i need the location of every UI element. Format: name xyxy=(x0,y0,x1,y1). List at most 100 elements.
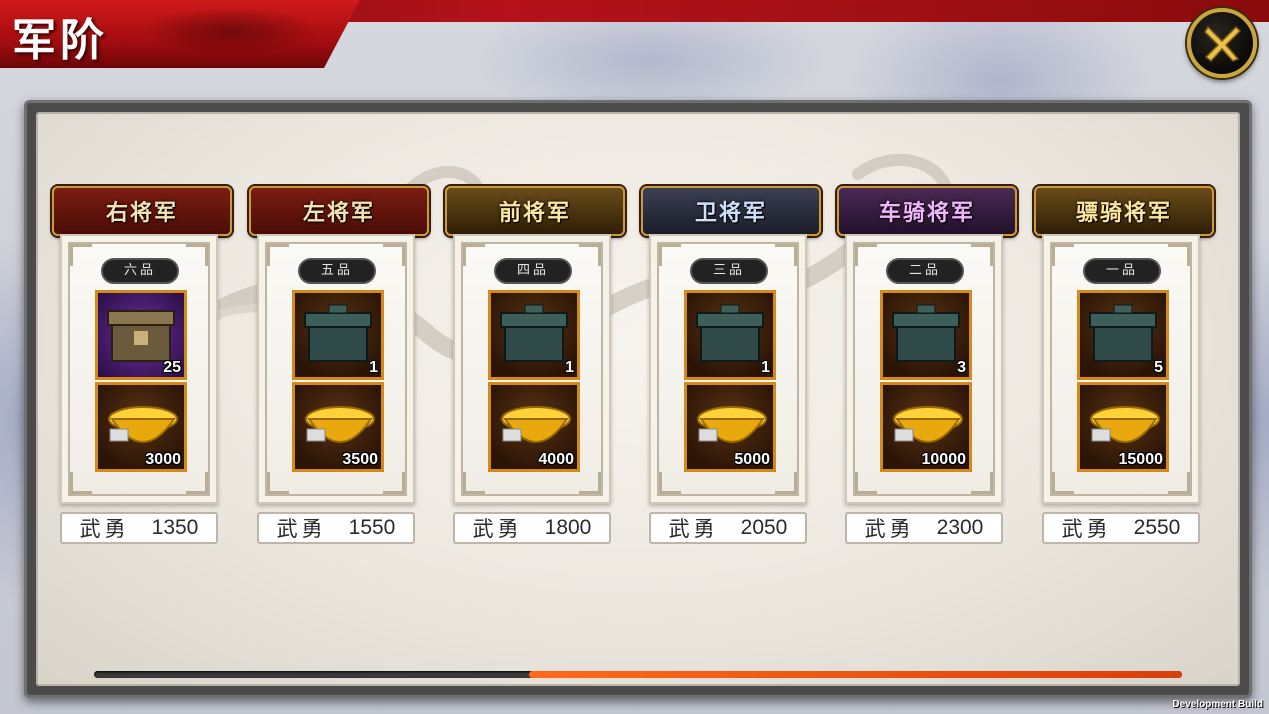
development-build-label: Development Build xyxy=(1172,699,1263,710)
page-title: 军阶 xyxy=(12,15,108,66)
card-corner xyxy=(1168,244,1190,266)
valor-value: 2550 xyxy=(1133,516,1181,539)
valor-value: 1350 xyxy=(151,516,199,539)
reward-card: 五品 1 3500 xyxy=(257,234,415,504)
valor-requirement: 武勇 2550 xyxy=(1042,512,1200,544)
gold-reward-slot[interactable]: 3500 xyxy=(292,382,384,472)
reward-item-slot[interactable]: 3 xyxy=(880,290,972,380)
card-corner xyxy=(70,472,92,494)
valor-requirement: 武勇 1550 xyxy=(257,512,415,544)
grade-label: 二品 xyxy=(886,258,964,284)
valor-value: 1550 xyxy=(348,516,396,539)
valor-label: 武勇 xyxy=(472,517,523,541)
reward-card: 一品 5 15000 xyxy=(1042,234,1200,504)
card-corner xyxy=(383,472,405,494)
item-count: 1 xyxy=(565,359,574,376)
card-corner xyxy=(1168,472,1190,494)
rank-name: 前将军 xyxy=(498,200,571,226)
gold-amount: 10000 xyxy=(921,451,967,468)
gold-amount: 15000 xyxy=(1118,451,1164,468)
valor-requirement: 武勇 1350 xyxy=(60,512,218,544)
grade-label: 六品 xyxy=(101,258,179,284)
valor-label: 武勇 xyxy=(864,517,915,541)
valor-value: 2300 xyxy=(936,516,984,539)
valor-requirement: 武勇 2300 xyxy=(845,512,1003,544)
rank-column-6: 骠骑将军 一品 5 15000 武勇 2550 xyxy=(1034,186,1214,666)
rank-name: 车骑将军 xyxy=(878,200,975,226)
reward-card: 三品 1 5000 xyxy=(649,234,807,504)
reward-item-slot[interactable]: 5 xyxy=(1077,290,1169,380)
card-corner xyxy=(855,472,877,494)
card-corner xyxy=(463,244,485,266)
gold-reward-slot[interactable]: 3000 xyxy=(95,382,187,472)
rank-banner: 前将军 xyxy=(445,186,625,236)
reward-card: 六品 25 3000 xyxy=(60,234,218,504)
valor-label: 武勇 xyxy=(79,517,130,541)
valor-label: 武勇 xyxy=(1061,517,1112,541)
close-button[interactable] xyxy=(1187,8,1257,78)
reward-item-slot[interactable]: 1 xyxy=(684,290,776,380)
rank-banner: 车骑将军 xyxy=(837,186,1017,236)
item-count: 1 xyxy=(761,359,770,376)
bronze-chest-icon xyxy=(696,304,764,362)
card-corner xyxy=(70,244,92,266)
card-corner xyxy=(1052,472,1074,494)
close-x-icon xyxy=(1204,25,1242,63)
gold-amount: 3000 xyxy=(145,451,181,468)
rank-name: 左将军 xyxy=(302,200,375,226)
card-corner xyxy=(855,244,877,266)
reward-item-slot[interactable]: 1 xyxy=(292,290,384,380)
rank-column-5: 车骑将军 二品 3 10000 武勇 2300 xyxy=(837,186,1017,666)
item-count: 25 xyxy=(163,359,181,376)
rank-column-3: 前将军 四品 1 4000 武勇 1800 xyxy=(445,186,625,666)
rank-banner: 左将军 xyxy=(249,186,429,236)
grade-label: 五品 xyxy=(298,258,376,284)
grade-label: 一品 xyxy=(1083,258,1161,284)
card-corner xyxy=(1052,244,1074,266)
scroll-progress-bar[interactable] xyxy=(94,671,1182,678)
gold-amount: 4000 xyxy=(538,451,574,468)
card-corner xyxy=(267,244,289,266)
gold-reward-slot[interactable]: 10000 xyxy=(880,382,972,472)
card-corner xyxy=(659,472,681,494)
card-corner xyxy=(971,244,993,266)
card-corner xyxy=(579,244,601,266)
reward-item-slot[interactable]: 25 xyxy=(95,290,187,380)
gold-reward-slot[interactable]: 5000 xyxy=(684,382,776,472)
gold-amount: 5000 xyxy=(734,451,770,468)
card-corner xyxy=(463,472,485,494)
valor-value: 1800 xyxy=(544,516,592,539)
valor-value: 2050 xyxy=(740,516,788,539)
card-corner xyxy=(186,472,208,494)
rank-column-1: 右将军 六品 25 3000 武勇 1350 xyxy=(52,186,232,666)
grade-label: 三品 xyxy=(690,258,768,284)
scroll-progress-fill xyxy=(529,671,1182,678)
valor-label: 武勇 xyxy=(668,517,719,541)
valor-label: 武勇 xyxy=(276,517,327,541)
rank-name: 卫将军 xyxy=(694,200,767,226)
rank-banner: 卫将军 xyxy=(641,186,821,236)
rank-banner: 右将军 xyxy=(52,186,232,236)
rank-column-4: 卫将军 三品 1 5000 武勇 2050 xyxy=(641,186,821,666)
card-corner xyxy=(383,244,405,266)
rank-name: 骠骑将军 xyxy=(1075,200,1172,226)
gold-reward-slot[interactable]: 15000 xyxy=(1077,382,1169,472)
reward-item-slot[interactable]: 1 xyxy=(488,290,580,380)
card-corner xyxy=(579,472,601,494)
card-corner xyxy=(267,472,289,494)
title-tab: 军阶 xyxy=(0,0,360,68)
item-count: 3 xyxy=(957,359,966,376)
bronze-chest-icon xyxy=(500,304,568,362)
rank-column-2: 左将军 五品 1 3500 武勇 1550 xyxy=(249,186,429,666)
gold-reward-slot[interactable]: 4000 xyxy=(488,382,580,472)
rank-name: 右将军 xyxy=(105,200,178,226)
card-corner xyxy=(971,472,993,494)
valor-requirement: 武勇 2050 xyxy=(649,512,807,544)
card-corner xyxy=(186,244,208,266)
grade-label: 四品 xyxy=(494,258,572,284)
bronze-chest-icon xyxy=(304,304,372,362)
card-corner xyxy=(775,472,797,494)
reward-card: 二品 3 10000 xyxy=(845,234,1003,504)
item-count: 1 xyxy=(369,359,378,376)
card-corner xyxy=(659,244,681,266)
